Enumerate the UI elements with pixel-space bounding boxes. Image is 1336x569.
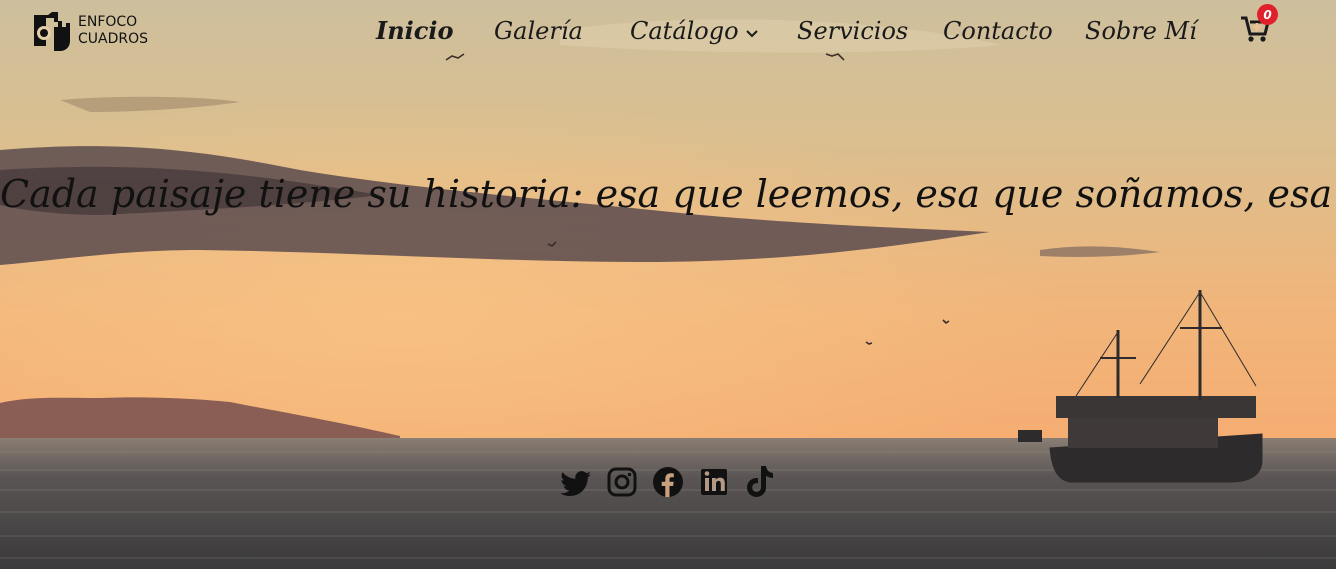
- cart-count-badge: 0: [1257, 4, 1278, 25]
- instagram-icon: [607, 467, 637, 497]
- twitter-link[interactable]: [560, 462, 592, 502]
- tiktok-icon: [747, 466, 773, 497]
- linkedin-link[interactable]: [698, 462, 730, 502]
- nav-item-galeria[interactable]: Galería: [494, 14, 583, 48]
- nav-item-servicios[interactable]: Servicios: [797, 14, 908, 48]
- nav-item-catalogo[interactable]: Catálogo: [630, 14, 759, 48]
- nav-item-catalogo-label: Catálogo: [630, 17, 739, 45]
- brand-logo[interactable]: ENFOCO CUADROS: [30, 9, 150, 53]
- social-links: [560, 462, 776, 502]
- nav-item-inicio[interactable]: Inicio: [376, 14, 454, 48]
- site-header: ENFOCO CUADROS Inicio Galería Catálogo S…: [0, 0, 1336, 62]
- tiktok-link[interactable]: [744, 462, 776, 502]
- nav-item-sobre-mi[interactable]: Sobre Mí: [1085, 14, 1197, 48]
- twitter-icon: [560, 471, 591, 496]
- nav-item-contacto[interactable]: Contacto: [943, 14, 1053, 48]
- brand-name: ENFOCO CUADROS: [78, 14, 148, 48]
- hero-tagline: Cada paisaje tiene su historia: esa que …: [0, 172, 1336, 216]
- camera-hand-logo-icon: [34, 12, 70, 51]
- facebook-icon: [653, 467, 683, 497]
- brand-line-1: ENFOCO: [78, 14, 138, 30]
- chevron-down-icon: [745, 29, 758, 37]
- instagram-link[interactable]: [606, 462, 638, 502]
- linkedin-icon: [701, 469, 727, 495]
- brand-line-2: CUADROS: [78, 31, 149, 47]
- hero-section: ENFOCO CUADROS Inicio Galería Catálogo S…: [0, 0, 1336, 569]
- facebook-link[interactable]: [652, 462, 684, 502]
